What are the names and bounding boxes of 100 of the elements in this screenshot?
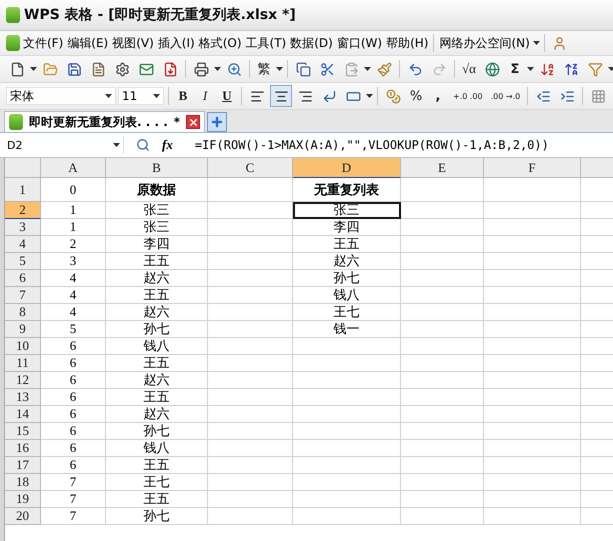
table-cell: 无重复列表 [293,178,401,202]
menu-item[interactable]: 格式(O) [198,32,243,54]
row-header[interactable]: 14 [5,406,41,423]
table-cell: 6 [41,423,106,440]
table-cell: 钱八 [106,440,208,457]
row-header[interactable]: 20 [5,508,41,525]
font-size-field[interactable]: 11 [118,87,164,105]
table-cell: 王五 [106,355,208,372]
table-cell: 7 [41,491,106,508]
table-cell: 6 [41,457,106,474]
menu-item[interactable]: 文件(F) [22,32,64,54]
table-cell: 张三 [293,202,401,219]
row-header[interactable]: 10 [5,338,41,355]
table-cell: 3 [41,253,106,270]
document-tab[interactable]: 即时更新无重复列表. . . . * [4,111,206,132]
row-header[interactable]: 11 [5,355,41,372]
row-header[interactable]: 18 [5,474,41,491]
column-header[interactable]: D [293,158,401,178]
row-header[interactable]: 12 [5,372,41,389]
table-cell: 赵六 [106,270,208,287]
window-title: WPS 表格 - [即时更新无重复列表.xlsx *] [24,6,296,24]
row-header[interactable]: 16 [5,440,41,457]
row-header[interactable]: 5 [5,253,41,270]
menu-item[interactable]: 编辑(E) [66,32,110,54]
table-cell: 赵六 [293,253,401,270]
increase-decimal-button[interactable]: +.0 .00 [450,85,486,107]
row-header[interactable]: 7 [5,287,41,304]
row-header[interactable]: 3 [5,219,41,236]
column-header[interactable]: B [106,158,208,178]
row-header[interactable]: 4 [5,236,41,253]
table-cell: 6 [41,406,106,423]
row-header[interactable]: 15 [5,423,41,440]
row-header[interactable]: 9 [5,321,41,338]
table-cell: 2 [41,236,106,253]
table-cell: 赵六 [106,304,208,321]
table-cell: 4 [41,287,106,304]
formula-field[interactable]: =IF(ROW()-1>MAX(A:A),"",VLOOKUP(ROW()-1,A:B,2,0)) [194,138,549,152]
table-cell: 1 [41,202,106,219]
table-cell: 原数据 [106,178,208,202]
menu-item[interactable]: 视图(V) [111,32,155,54]
decrease-decimal-button[interactable]: .00 →.0 [488,85,524,107]
menu-item[interactable]: 帮助(H) [385,32,430,54]
row-header[interactable]: 17 [5,457,41,474]
column-header[interactable]: C [208,158,293,178]
table-cell: 孙七 [106,321,208,338]
menu-item[interactable]: 网络办公空间(N) [438,32,531,54]
row-header[interactable]: 2 [5,202,41,219]
row-header[interactable]: 6 [5,270,41,287]
menu-item[interactable]: 数据(D) [289,32,334,54]
name-box[interactable]: D2 [4,136,124,154]
insert-function-button[interactable]: fx [162,137,173,153]
table-cell: 张三 [106,219,208,236]
table-cell: 孙七 [106,423,208,440]
table-cell: 王五 [106,389,208,406]
table-cell: 赵六 [106,372,208,389]
table-cell: 李四 [293,219,401,236]
tab-title: 即时更新无重复列表. . . . [29,114,168,130]
table-cell: 6 [41,440,106,457]
underline-button[interactable]: U [217,85,237,107]
column-header[interactable]: F [484,158,581,178]
column-header[interactable]: E [401,158,484,178]
table-cell: 1 [41,219,106,236]
row-header[interactable]: 1 [5,178,41,202]
table-cell: 钱八 [293,287,401,304]
table-cell: 王七 [106,474,208,491]
menu-item[interactable]: 窗口(W) [336,32,384,54]
font-field[interactable]: 宋体 [6,87,116,105]
column-header[interactable]: A [41,158,106,178]
comma-button[interactable]: , [428,85,448,107]
menu-item[interactable]: 插入(I) [156,32,196,54]
table-cell: 王五 [106,287,208,304]
sum-button[interactable]: Σ [505,58,525,80]
italic-button[interactable]: I [195,85,215,107]
table-cell: 张三 [106,202,208,219]
modified-mark: * [174,115,180,129]
table-cell: 0 [41,178,106,202]
row-header[interactable]: 13 [5,389,41,406]
table-cell: 孙七 [293,270,401,287]
table-cell: 王七 [293,304,401,321]
convert-button[interactable]: 繁 [254,58,274,80]
table-cell: 6 [41,389,106,406]
bold-button[interactable]: B [173,85,193,107]
table-cell: 7 [41,508,106,525]
table-cell: 6 [41,355,106,372]
table-cell: 王五 [293,236,401,253]
table-cell: 钱一 [293,321,401,338]
table-cell: 孙七 [106,508,208,525]
menu-item[interactable]: 工具(T) [244,32,288,54]
table-cell: 赵六 [106,406,208,423]
formula-button[interactable]: √α [459,58,479,80]
table-cell: 7 [41,474,106,491]
row-header[interactable]: 19 [5,491,41,508]
row-header[interactable]: 8 [5,304,41,321]
table-cell: 6 [41,372,106,389]
percent-button[interactable]: % [406,85,426,107]
table-cell: 王五 [106,491,208,508]
table-cell: 王五 [106,457,208,474]
table-cell: 5 [41,321,106,338]
table-cell: 钱八 [106,338,208,355]
table-cell: 4 [41,304,106,321]
